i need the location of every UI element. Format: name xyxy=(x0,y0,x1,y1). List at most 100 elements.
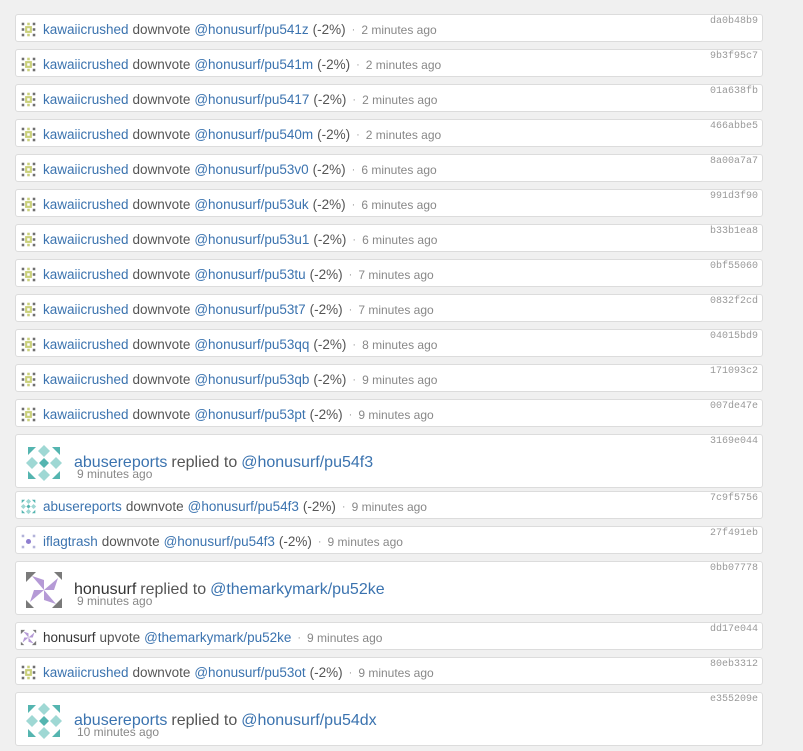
timestamp: 7 minutes ago xyxy=(358,267,434,282)
user-link[interactable]: kawaiicrushed xyxy=(43,92,129,107)
post-link[interactable]: @honusurf/pu53u1 xyxy=(194,232,309,247)
user-link[interactable]: kawaiicrushed xyxy=(43,22,129,37)
transaction-hash[interactable]: 8a00a7a7 xyxy=(710,156,758,167)
transaction-hash[interactable]: 01a638fb xyxy=(710,86,758,97)
row-line: kawaiicrushed downvote @honusurf/pu5417 (-2… xyxy=(20,91,437,108)
post-link[interactable]: @honusurf/pu54dx xyxy=(241,712,376,730)
transaction-hash[interactable]: 0832f2cd xyxy=(710,296,758,307)
transaction-hash[interactable]: b33b1ea8 xyxy=(710,226,758,237)
separator-dot: · xyxy=(352,93,357,106)
transaction-hash[interactable]: 007de47e xyxy=(710,401,758,412)
post-link[interactable]: @honusurf/pu54f3 xyxy=(188,499,299,514)
transaction-hash[interactable]: 27f491eb xyxy=(710,528,758,539)
transaction-hash[interactable]: 991d3f90 xyxy=(710,191,758,202)
post-link[interactable]: @honusurf/pu53t7 xyxy=(194,302,305,317)
separator-dot: · xyxy=(348,408,353,421)
transaction-hash[interactable]: 7c9f5756 xyxy=(710,493,758,504)
post-link[interactable]: @honusurf/pu53v0 xyxy=(194,162,308,177)
kawaii-avatar-icon[interactable] xyxy=(20,231,37,248)
post-link[interactable]: @honusurf/pu53qb xyxy=(194,372,309,387)
user-link[interactable]: kawaiicrushed xyxy=(43,57,129,72)
user-link[interactable]: kawaiicrushed xyxy=(43,407,129,422)
transaction-hash[interactable]: 171093c2 xyxy=(710,366,758,377)
user-link[interactable]: kawaiicrushed xyxy=(43,232,129,247)
user-link[interactable]: iflagtrash xyxy=(43,534,98,549)
row-line: kawaiicrushed downvote @honusurf/pu540m (-2… xyxy=(20,126,441,143)
post-link[interactable]: @honusurf/pu53tu xyxy=(194,267,305,282)
transaction-hash[interactable]: 0bf55060 xyxy=(710,261,758,272)
kawaii-avatar-icon[interactable] xyxy=(20,91,37,108)
post-link[interactable]: @honusurf/pu53qq xyxy=(194,337,309,352)
post-link[interactable]: @honusurf/pu541m xyxy=(194,57,313,72)
kawaii-avatar-icon[interactable] xyxy=(20,56,37,73)
separator-dot: · xyxy=(356,128,360,141)
vote-weight: (-2%) xyxy=(302,499,336,514)
vote-weight: (-2%) xyxy=(313,372,347,387)
post-link[interactable]: @honusurf/pu53pt xyxy=(194,407,305,422)
vote-row: kawaiicrushed downvote @honusurf/pu53qb (-2… xyxy=(15,364,763,392)
row-line: kawaiicrushed downvote @honusurf/pu541z (-2… xyxy=(20,21,437,38)
user-link[interactable]: kawaiicrushed xyxy=(43,665,129,680)
kawaii-avatar-icon[interactable] xyxy=(20,336,37,353)
iflag-avatar-icon[interactable] xyxy=(20,533,37,550)
honu-avatar-icon[interactable] xyxy=(24,570,64,610)
row-line: kawaiicrushed downvote @honusurf/pu541m (-2… xyxy=(20,56,441,73)
row-line: kawaiicrushed downvote @honusurf/pu53uk (-2… xyxy=(20,196,437,213)
post-link[interactable]: @themarkymark/pu52ke xyxy=(210,581,385,599)
user-link[interactable]: kawaiicrushed xyxy=(43,372,129,387)
post-link[interactable]: @honusurf/pu53ot xyxy=(194,665,305,680)
kawaii-avatar-icon[interactable] xyxy=(20,196,37,213)
post-link[interactable]: @honusurf/pu541z xyxy=(194,22,308,37)
transaction-hash[interactable]: 466abbe5 xyxy=(710,121,758,132)
kawaii-avatar-icon[interactable] xyxy=(20,371,37,388)
transaction-hash[interactable]: da0b48b9 xyxy=(710,16,758,27)
kawaii-avatar-icon[interactable] xyxy=(20,161,37,178)
timestamp: 8 minutes ago xyxy=(362,337,438,352)
transaction-hash[interactable]: 9b3f95c7 xyxy=(710,51,758,62)
user-link[interactable]: kawaiicrushed xyxy=(43,302,129,317)
post-link[interactable]: @honusurf/pu54f3 xyxy=(241,454,373,472)
separator-dot: · xyxy=(348,268,353,281)
transaction-hash[interactable]: 0bb07778 xyxy=(710,563,758,574)
kawaii-avatar-icon[interactable] xyxy=(20,21,37,38)
user-link[interactable]: kawaiicrushed xyxy=(43,337,129,352)
transaction-hash[interactable]: dd17e044 xyxy=(710,624,758,635)
user-link[interactable]: honusurf xyxy=(43,630,96,645)
abuse-avatar-icon[interactable] xyxy=(24,443,64,483)
user-link[interactable]: kawaiicrushed xyxy=(43,267,129,282)
abuse-avatar-icon[interactable] xyxy=(20,498,37,515)
action-text: downvote xyxy=(132,127,191,142)
user-link[interactable]: kawaiicrushed xyxy=(43,127,129,142)
transaction-hash[interactable]: 3169e044 xyxy=(710,436,758,447)
vote-weight: (-2%) xyxy=(309,407,343,422)
user-link[interactable]: abusereports xyxy=(43,499,122,514)
action-text: downvote xyxy=(132,407,191,422)
transaction-hash[interactable]: e355209e xyxy=(710,694,758,705)
kawaii-avatar-icon[interactable] xyxy=(20,406,37,423)
transaction-hash[interactable]: 04015bd9 xyxy=(710,331,758,342)
kawaii-avatar-icon[interactable] xyxy=(20,664,37,681)
row-line: kawaiicrushed downvote @honusurf/pu53v0 (-2… xyxy=(20,161,437,178)
separator-dot: · xyxy=(352,338,357,351)
post-link[interactable]: @honusurf/pu5417 xyxy=(194,92,309,107)
vote-weight: (-2%) xyxy=(278,534,312,549)
kawaii-avatar-icon[interactable] xyxy=(20,126,37,143)
kawaii-avatar-icon[interactable] xyxy=(20,266,37,283)
vote-row: kawaiicrushed downvote @honusurf/pu53uk (-2… xyxy=(15,189,763,217)
user-link[interactable]: kawaiicrushed xyxy=(43,162,129,177)
honu-avatar-icon[interactable] xyxy=(20,629,37,646)
row-line: kawaiicrushed downvote @honusurf/pu53tu (-2… xyxy=(20,266,434,283)
timestamp: 6 minutes ago xyxy=(361,162,437,177)
action-text: replied to xyxy=(171,454,238,471)
post-link[interactable]: @honusurf/pu540m xyxy=(194,127,313,142)
post-link[interactable]: @honusurf/pu53uk xyxy=(194,197,308,212)
separator-dot: · xyxy=(351,198,356,211)
abuse-avatar-icon[interactable] xyxy=(24,701,64,741)
vote-row: kawaiicrushed downvote @honusurf/pu53pt (-2… xyxy=(15,399,763,427)
post-link[interactable]: @honusurf/pu54f3 xyxy=(164,534,275,549)
transaction-hash[interactable]: 80eb3312 xyxy=(710,659,758,670)
post-link[interactable]: @themarkymark/pu52ke xyxy=(144,630,291,645)
user-link[interactable]: kawaiicrushed xyxy=(43,197,129,212)
timestamp: 6 minutes ago xyxy=(362,232,438,247)
kawaii-avatar-icon[interactable] xyxy=(20,301,37,318)
